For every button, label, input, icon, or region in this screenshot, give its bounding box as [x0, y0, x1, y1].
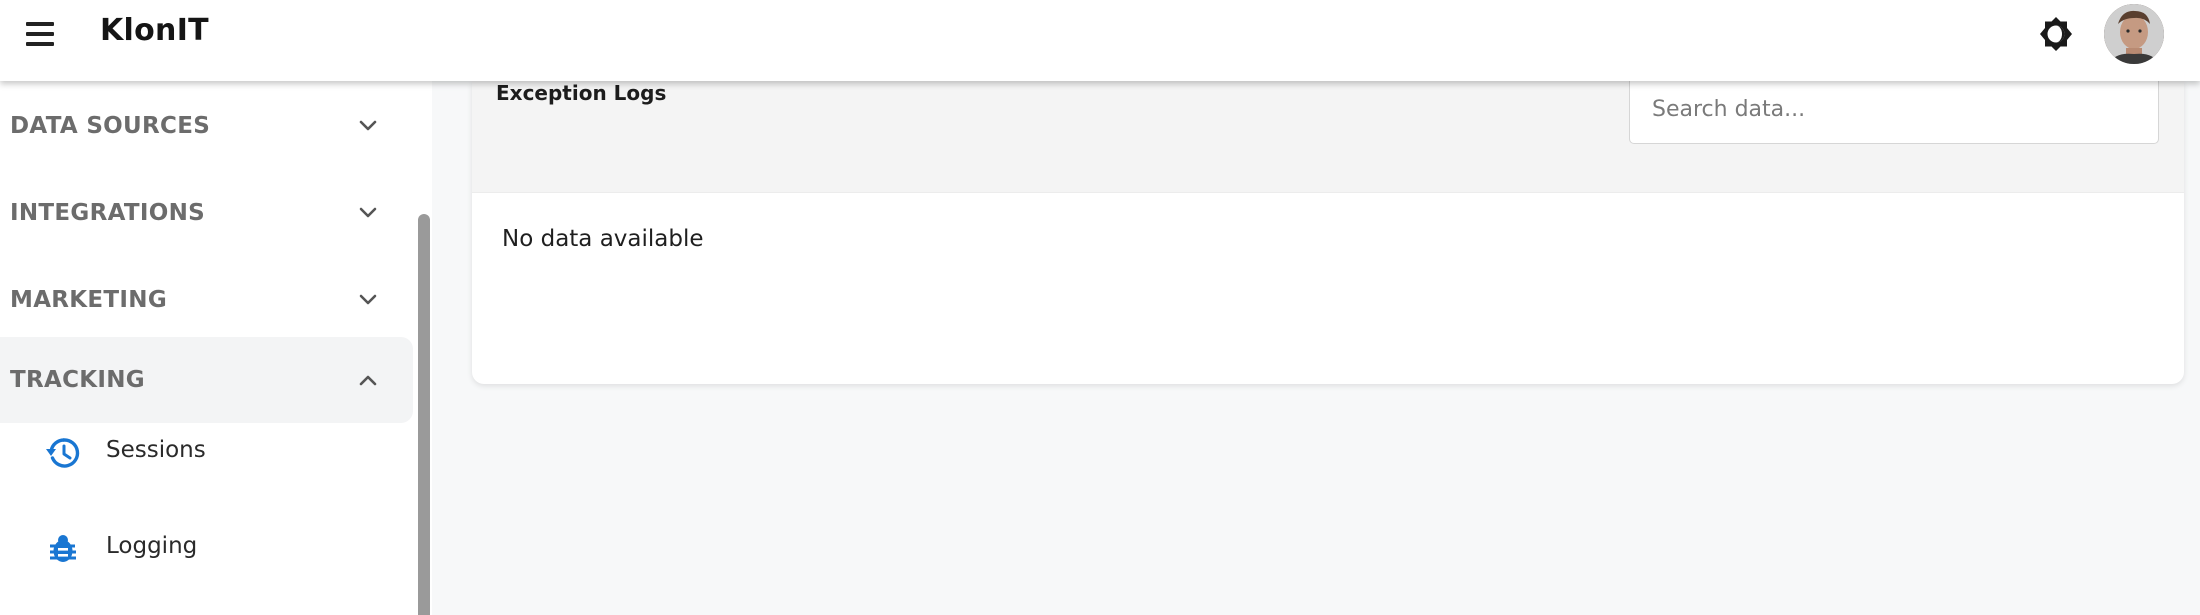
sidebar-group-marketing[interactable]: MARKETING — [0, 257, 413, 343]
sidebar-group-label: DATA SOURCES — [10, 113, 211, 139]
sidebar-item-label: Logging — [106, 533, 198, 559]
sidebar-group-tracking[interactable]: TRACKING — [0, 337, 413, 423]
sidebar-group-data-sources[interactable]: DATA SOURCES — [0, 83, 413, 169]
search-input[interactable] — [1629, 81, 2159, 144]
sidebar-group-label: INTEGRATIONS — [10, 200, 206, 226]
chevron-up-icon — [359, 375, 377, 386]
brightness-icon[interactable] — [2038, 16, 2074, 52]
bug-icon — [50, 535, 76, 562]
sidebar-item-logging[interactable]: Logging — [0, 524, 413, 610]
page-title: Exception Logs — [496, 81, 667, 105]
sidebar: DATA SOURCES INTEGRATIONS MARKETING TRAC… — [0, 81, 432, 615]
exception-logs-card: Exception Logs No data available — [472, 81, 2184, 384]
sidebar-group-label: MARKETING — [10, 287, 168, 313]
chevron-down-icon — [359, 294, 377, 305]
top-app-bar: KlonIT — [0, 0, 2200, 81]
app-title: KlonIT — [100, 13, 209, 48]
card-header: Exception Logs — [472, 81, 2184, 193]
sidebar-item-sessions[interactable]: Sessions — [0, 428, 413, 514]
sidebar-group-label: TRACKING — [10, 367, 145, 393]
history-icon — [46, 438, 80, 468]
chevron-down-icon — [359, 120, 377, 131]
empty-state-text: No data available — [502, 226, 704, 252]
chevron-down-icon — [359, 207, 377, 218]
sidebar-item-label: Sessions — [106, 437, 206, 463]
sidebar-scrollbar[interactable] — [418, 214, 430, 615]
user-avatar[interactable] — [2104, 4, 2164, 64]
hamburger-menu-icon[interactable] — [18, 14, 62, 54]
sidebar-group-integrations[interactable]: INTEGRATIONS — [0, 170, 413, 256]
